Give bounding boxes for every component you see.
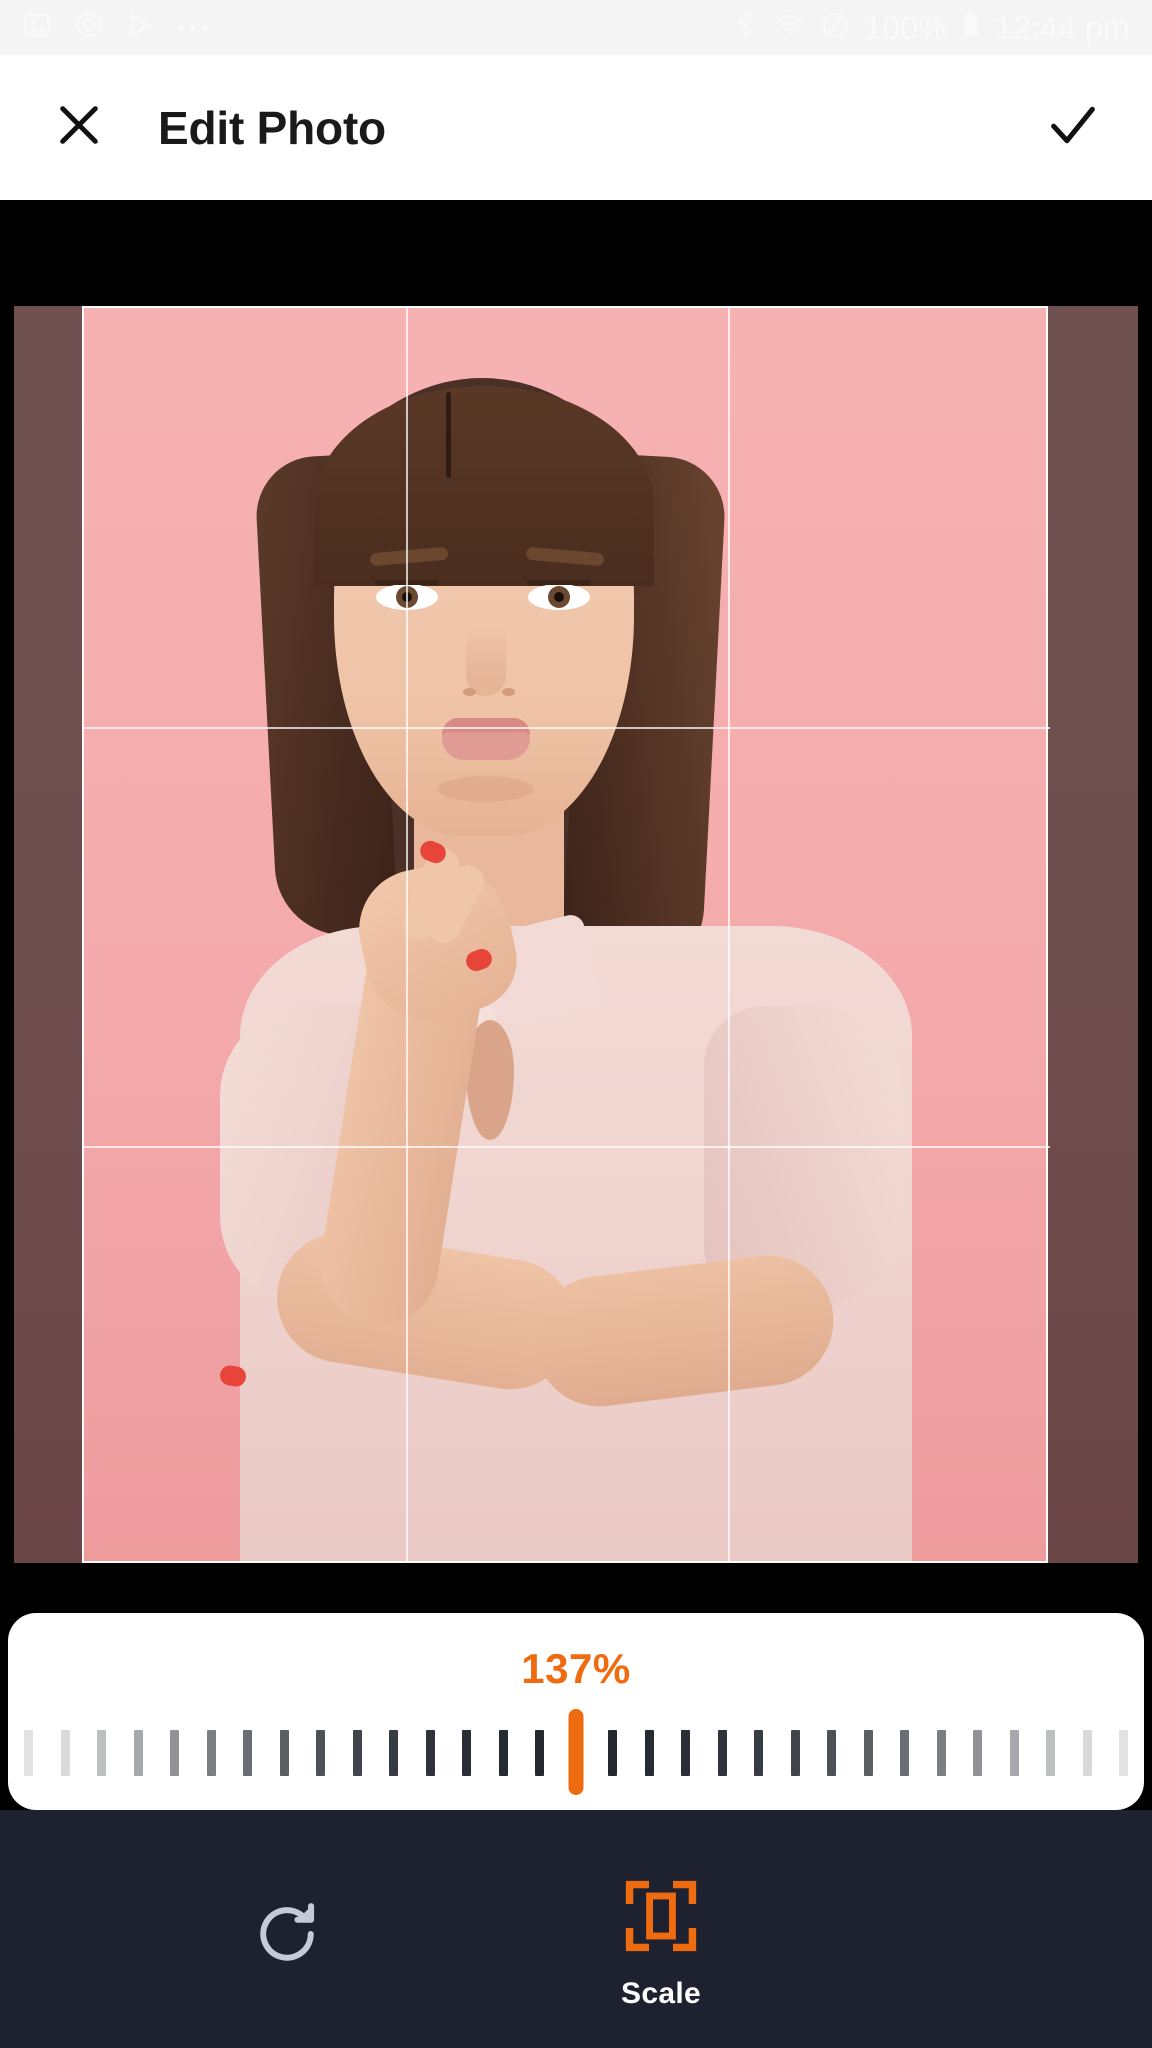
scale-ruler-tick xyxy=(608,1730,617,1776)
scale-slider-thumb[interactable] xyxy=(568,1709,584,1795)
crop-stage[interactable] xyxy=(0,200,1152,1613)
scale-ruler-tick xyxy=(790,1730,800,1776)
scale-ruler-tick xyxy=(498,1730,508,1776)
scale-ruler-tick xyxy=(60,1730,70,1776)
battery-icon xyxy=(961,10,981,45)
scale-ruler-tick xyxy=(900,1730,909,1776)
scale-ruler-tick xyxy=(1082,1730,1092,1776)
scale-ruler-tick xyxy=(462,1730,471,1776)
image-icon xyxy=(22,10,52,45)
close-button[interactable] xyxy=(48,97,110,159)
scale-ruler-tick xyxy=(827,1730,836,1776)
scale-ruler-tick xyxy=(352,1730,362,1776)
scale-button[interactable]: Scale xyxy=(596,1868,726,2018)
rotate-icon xyxy=(249,1896,325,1977)
play-store-icon xyxy=(126,10,156,45)
circle-record-icon xyxy=(74,10,104,45)
status-bar: 100% 12:44 pm xyxy=(0,0,1152,55)
scale-ruler-tick xyxy=(24,1730,33,1776)
bottom-toolbar: Scale xyxy=(0,1810,1152,2048)
more-dots-icon xyxy=(178,24,208,31)
scale-ruler-tick xyxy=(717,1730,727,1776)
wifi-icon xyxy=(774,10,806,45)
scale-ruler-tick xyxy=(1046,1730,1055,1776)
scale-icon xyxy=(621,1876,701,1961)
scale-ruler-tick xyxy=(133,1730,143,1776)
app-bar: Edit Photo xyxy=(0,55,1152,200)
page-title: Edit Photo xyxy=(158,101,386,154)
status-bar-left-icons xyxy=(22,10,208,45)
scale-ruler-tick xyxy=(97,1730,106,1776)
check-icon xyxy=(1044,96,1102,159)
scale-ruler-tick xyxy=(425,1730,435,1776)
battery-percent-label: 100% xyxy=(864,9,947,46)
scale-ruler-tick xyxy=(681,1730,690,1776)
scale-ruler-tick xyxy=(535,1730,544,1776)
scale-slider-card[interactable]: 137% xyxy=(8,1613,1144,1810)
scale-ruler-tick xyxy=(936,1730,946,1776)
scale-ruler-tick xyxy=(754,1730,763,1776)
scale-ruler-tick xyxy=(1009,1730,1019,1776)
scale-ruler-tick xyxy=(973,1730,982,1776)
clock-label: 12:44 pm xyxy=(994,9,1130,46)
confirm-button[interactable] xyxy=(1042,97,1104,159)
status-bar-right-icons: 100% 12:44 pm xyxy=(730,10,1130,45)
crop-region[interactable] xyxy=(82,306,1048,1563)
do-not-disturb-icon xyxy=(820,10,850,45)
bluetooth-icon xyxy=(730,10,760,45)
scale-ruler-tick xyxy=(644,1730,654,1776)
photo-canvas[interactable] xyxy=(14,306,1138,1563)
scale-ruler-tick xyxy=(170,1730,179,1776)
photo-image-bright xyxy=(82,306,1048,1563)
scale-ruler-tick xyxy=(243,1730,252,1776)
rotate-button[interactable] xyxy=(222,1886,352,1986)
scale-ruler-tick xyxy=(206,1730,216,1776)
scale-ruler-tick xyxy=(316,1730,325,1776)
scale-ruler-tick xyxy=(863,1730,873,1776)
scale-ruler-tick xyxy=(279,1730,289,1776)
scale-button-label: Scale xyxy=(621,1976,701,2010)
scale-value-label: 137% xyxy=(521,1645,631,1692)
scale-ruler-tick xyxy=(389,1730,398,1776)
app-screen: 100% 12:44 pm Edit Photo 137% Scale xyxy=(0,0,1152,2048)
scale-ruler-tick xyxy=(1119,1730,1128,1776)
close-icon xyxy=(51,97,107,158)
